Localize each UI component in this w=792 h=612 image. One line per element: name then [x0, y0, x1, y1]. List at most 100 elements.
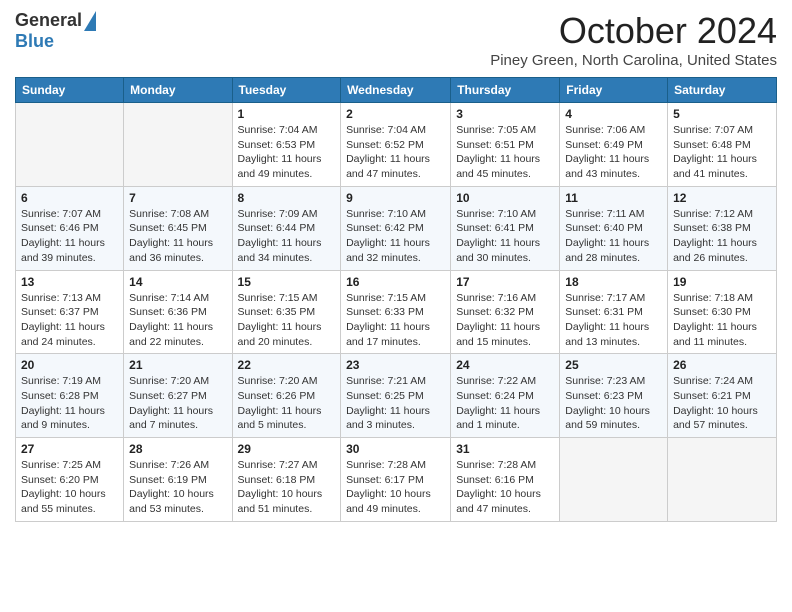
location-text: Piney Green, North Carolina, United Stat…: [490, 52, 777, 69]
day-info: Sunrise: 7:12 AMSunset: 6:38 PMDaylight:…: [673, 207, 771, 266]
calendar-cell: 27Sunrise: 7:25 AMSunset: 6:20 PMDayligh…: [16, 438, 124, 522]
calendar-cell: [668, 438, 777, 522]
weekday-header-thursday: Thursday: [451, 78, 560, 103]
calendar-cell: 10Sunrise: 7:10 AMSunset: 6:41 PMDayligh…: [451, 186, 560, 270]
day-info: Sunrise: 7:14 AMSunset: 6:36 PMDaylight:…: [129, 291, 226, 350]
day-number: 12: [673, 191, 771, 205]
day-number: 8: [238, 191, 336, 205]
day-info: Sunrise: 7:23 AMSunset: 6:23 PMDaylight:…: [565, 374, 662, 433]
weekday-header-saturday: Saturday: [668, 78, 777, 103]
calendar-cell: 22 Sunrise: 7:20 AMSunset: 6:26 PMDayligh…: [232, 354, 341, 438]
day-info: Sunrise: 7:09 AMSunset: 6:44 PMDaylight:…: [238, 207, 336, 266]
calendar-cell: [560, 438, 668, 522]
weekday-header-monday: Monday: [124, 78, 232, 103]
calendar-cell: 24 Sunrise: 7:22 AMSunset: 6:24 PMDayligh…: [451, 354, 560, 438]
weekday-header-friday: Friday: [560, 78, 668, 103]
logo-general-text: General: [15, 10, 82, 31]
month-title: October 2024: [490, 10, 777, 52]
calendar-cell: [16, 103, 124, 187]
logo: General Blue: [15, 10, 96, 52]
day-number: 15: [238, 275, 336, 289]
day-number: 18: [565, 275, 662, 289]
calendar-cell: 5 Sunrise: 7:07 AMSunset: 6:48 PMDaylight…: [668, 103, 777, 187]
calendar-cell: 9Sunrise: 7:10 AMSunset: 6:42 PMDaylight…: [341, 186, 451, 270]
day-info: Sunrise: 7:06 AMSunset: 6:49 PMDaylight:…: [565, 123, 662, 182]
calendar-cell: 23 Sunrise: 7:21 AMSunset: 6:25 PMDayligh…: [341, 354, 451, 438]
day-number: 7: [129, 191, 226, 205]
logo-triangle-icon: [84, 11, 96, 31]
day-info: Sunrise: 7:20 AMSunset: 6:27 PMDaylight:…: [129, 374, 226, 433]
calendar-cell: 12 Sunrise: 7:12 AMSunset: 6:38 PMDayligh…: [668, 186, 777, 270]
calendar-week-row: 1 Sunrise: 7:04 AMSunset: 6:53 PMDaylight…: [16, 103, 777, 187]
day-info: Sunrise: 7:08 AMSunset: 6:45 PMDaylight:…: [129, 207, 226, 266]
day-number: 20: [21, 358, 118, 372]
day-info: Sunrise: 7:10 AMSunset: 6:42 PMDaylight:…: [346, 207, 445, 266]
day-info: Sunrise: 7:26 AMSunset: 6:19 PMDaylight:…: [129, 458, 226, 517]
calendar-cell: [124, 103, 232, 187]
day-info: Sunrise: 7:15 AMSunset: 6:33 PMDaylight:…: [346, 291, 445, 350]
calendar-cell: 2 Sunrise: 7:04 AMSunset: 6:52 PMDaylight…: [341, 103, 451, 187]
weekday-header-wednesday: Wednesday: [341, 78, 451, 103]
day-number: 4: [565, 107, 662, 121]
day-info: Sunrise: 7:20 AMSunset: 6:26 PMDaylight:…: [238, 374, 336, 433]
day-number: 21: [129, 358, 226, 372]
day-info: Sunrise: 7:15 AMSunset: 6:35 PMDaylight:…: [238, 291, 336, 350]
calendar-week-row: 20Sunrise: 7:19 AMSunset: 6:28 PMDayligh…: [16, 354, 777, 438]
calendar-cell: 14 Sunrise: 7:14 AMSunset: 6:36 PMDayligh…: [124, 270, 232, 354]
calendar-cell: 7 Sunrise: 7:08 AMSunset: 6:45 PMDaylight…: [124, 186, 232, 270]
day-number: 22: [238, 358, 336, 372]
day-number: 14: [129, 275, 226, 289]
weekday-header-sunday: Sunday: [16, 78, 124, 103]
day-info: Sunrise: 7:27 AMSunset: 6:18 PMDaylight:…: [238, 458, 336, 517]
day-number: 31: [456, 442, 554, 456]
day-number: 29: [238, 442, 336, 456]
day-number: 26: [673, 358, 771, 372]
calendar-cell: 15 Sunrise: 7:15 AMSunset: 6:35 PMDayligh…: [232, 270, 341, 354]
day-number: 19: [673, 275, 771, 289]
logo-blue-text: Blue: [15, 31, 54, 52]
calendar-cell: 4 Sunrise: 7:06 AMSunset: 6:49 PMDaylight…: [560, 103, 668, 187]
day-info: Sunrise: 7:18 AMSunset: 6:30 PMDaylight:…: [673, 291, 771, 350]
day-info: Sunrise: 7:11 AMSunset: 6:40 PMDaylight:…: [565, 207, 662, 266]
day-number: 24: [456, 358, 554, 372]
day-info: Sunrise: 7:17 AMSunset: 6:31 PMDaylight:…: [565, 291, 662, 350]
calendar-cell: 11 Sunrise: 7:11 AMSunset: 6:40 PMDayligh…: [560, 186, 668, 270]
day-info: Sunrise: 7:21 AMSunset: 6:25 PMDaylight:…: [346, 374, 445, 433]
day-info: Sunrise: 7:07 AMSunset: 6:46 PMDaylight:…: [21, 207, 118, 266]
day-number: 1: [238, 107, 336, 121]
calendar-week-row: 27Sunrise: 7:25 AMSunset: 6:20 PMDayligh…: [16, 438, 777, 522]
calendar-cell: 17Sunrise: 7:16 AMSunset: 6:32 PMDayligh…: [451, 270, 560, 354]
day-info: Sunrise: 7:13 AMSunset: 6:37 PMDaylight:…: [21, 291, 118, 350]
day-number: 30: [346, 442, 445, 456]
calendar-cell: 31Sunrise: 7:28 AMSunset: 6:16 PMDayligh…: [451, 438, 560, 522]
day-number: 11: [565, 191, 662, 205]
page-header: General Blue October 2024 Piney Green, N…: [15, 10, 777, 69]
day-number: 2: [346, 107, 445, 121]
calendar-week-row: 13Sunrise: 7:13 AMSunset: 6:37 PMDayligh…: [16, 270, 777, 354]
calendar-week-row: 6 Sunrise: 7:07 AMSunset: 6:46 PMDaylight…: [16, 186, 777, 270]
calendar-cell: 18 Sunrise: 7:17 AMSunset: 6:31 PMDayligh…: [560, 270, 668, 354]
calendar-cell: 25Sunrise: 7:23 AMSunset: 6:23 PMDayligh…: [560, 354, 668, 438]
day-number: 16: [346, 275, 445, 289]
calendar-cell: 20Sunrise: 7:19 AMSunset: 6:28 PMDayligh…: [16, 354, 124, 438]
day-number: 23: [346, 358, 445, 372]
calendar-cell: 19 Sunrise: 7:18 AMSunset: 6:30 PMDayligh…: [668, 270, 777, 354]
day-number: 3: [456, 107, 554, 121]
weekday-header-tuesday: Tuesday: [232, 78, 341, 103]
day-number: 28: [129, 442, 226, 456]
calendar-cell: 16 Sunrise: 7:15 AMSunset: 6:33 PMDayligh…: [341, 270, 451, 354]
day-number: 6: [21, 191, 118, 205]
day-number: 27: [21, 442, 118, 456]
calendar-cell: 6 Sunrise: 7:07 AMSunset: 6:46 PMDaylight…: [16, 186, 124, 270]
calendar-cell: 28 Sunrise: 7:26 AMSunset: 6:19 PMDayligh…: [124, 438, 232, 522]
calendar-cell: 30Sunrise: 7:28 AMSunset: 6:17 PMDayligh…: [341, 438, 451, 522]
day-info: Sunrise: 7:24 AMSunset: 6:21 PMDaylight:…: [673, 374, 771, 433]
calendar-table: SundayMondayTuesdayWednesdayThursdayFrid…: [15, 77, 777, 522]
calendar-cell: 13Sunrise: 7:13 AMSunset: 6:37 PMDayligh…: [16, 270, 124, 354]
calendar-cell: 21 Sunrise: 7:20 AMSunset: 6:27 PMDayligh…: [124, 354, 232, 438]
day-info: Sunrise: 7:22 AMSunset: 6:24 PMDaylight:…: [456, 374, 554, 433]
day-info: Sunrise: 7:07 AMSunset: 6:48 PMDaylight:…: [673, 123, 771, 182]
day-info: Sunrise: 7:04 AMSunset: 6:52 PMDaylight:…: [346, 123, 445, 182]
day-number: 5: [673, 107, 771, 121]
day-info: Sunrise: 7:04 AMSunset: 6:53 PMDaylight:…: [238, 123, 336, 182]
